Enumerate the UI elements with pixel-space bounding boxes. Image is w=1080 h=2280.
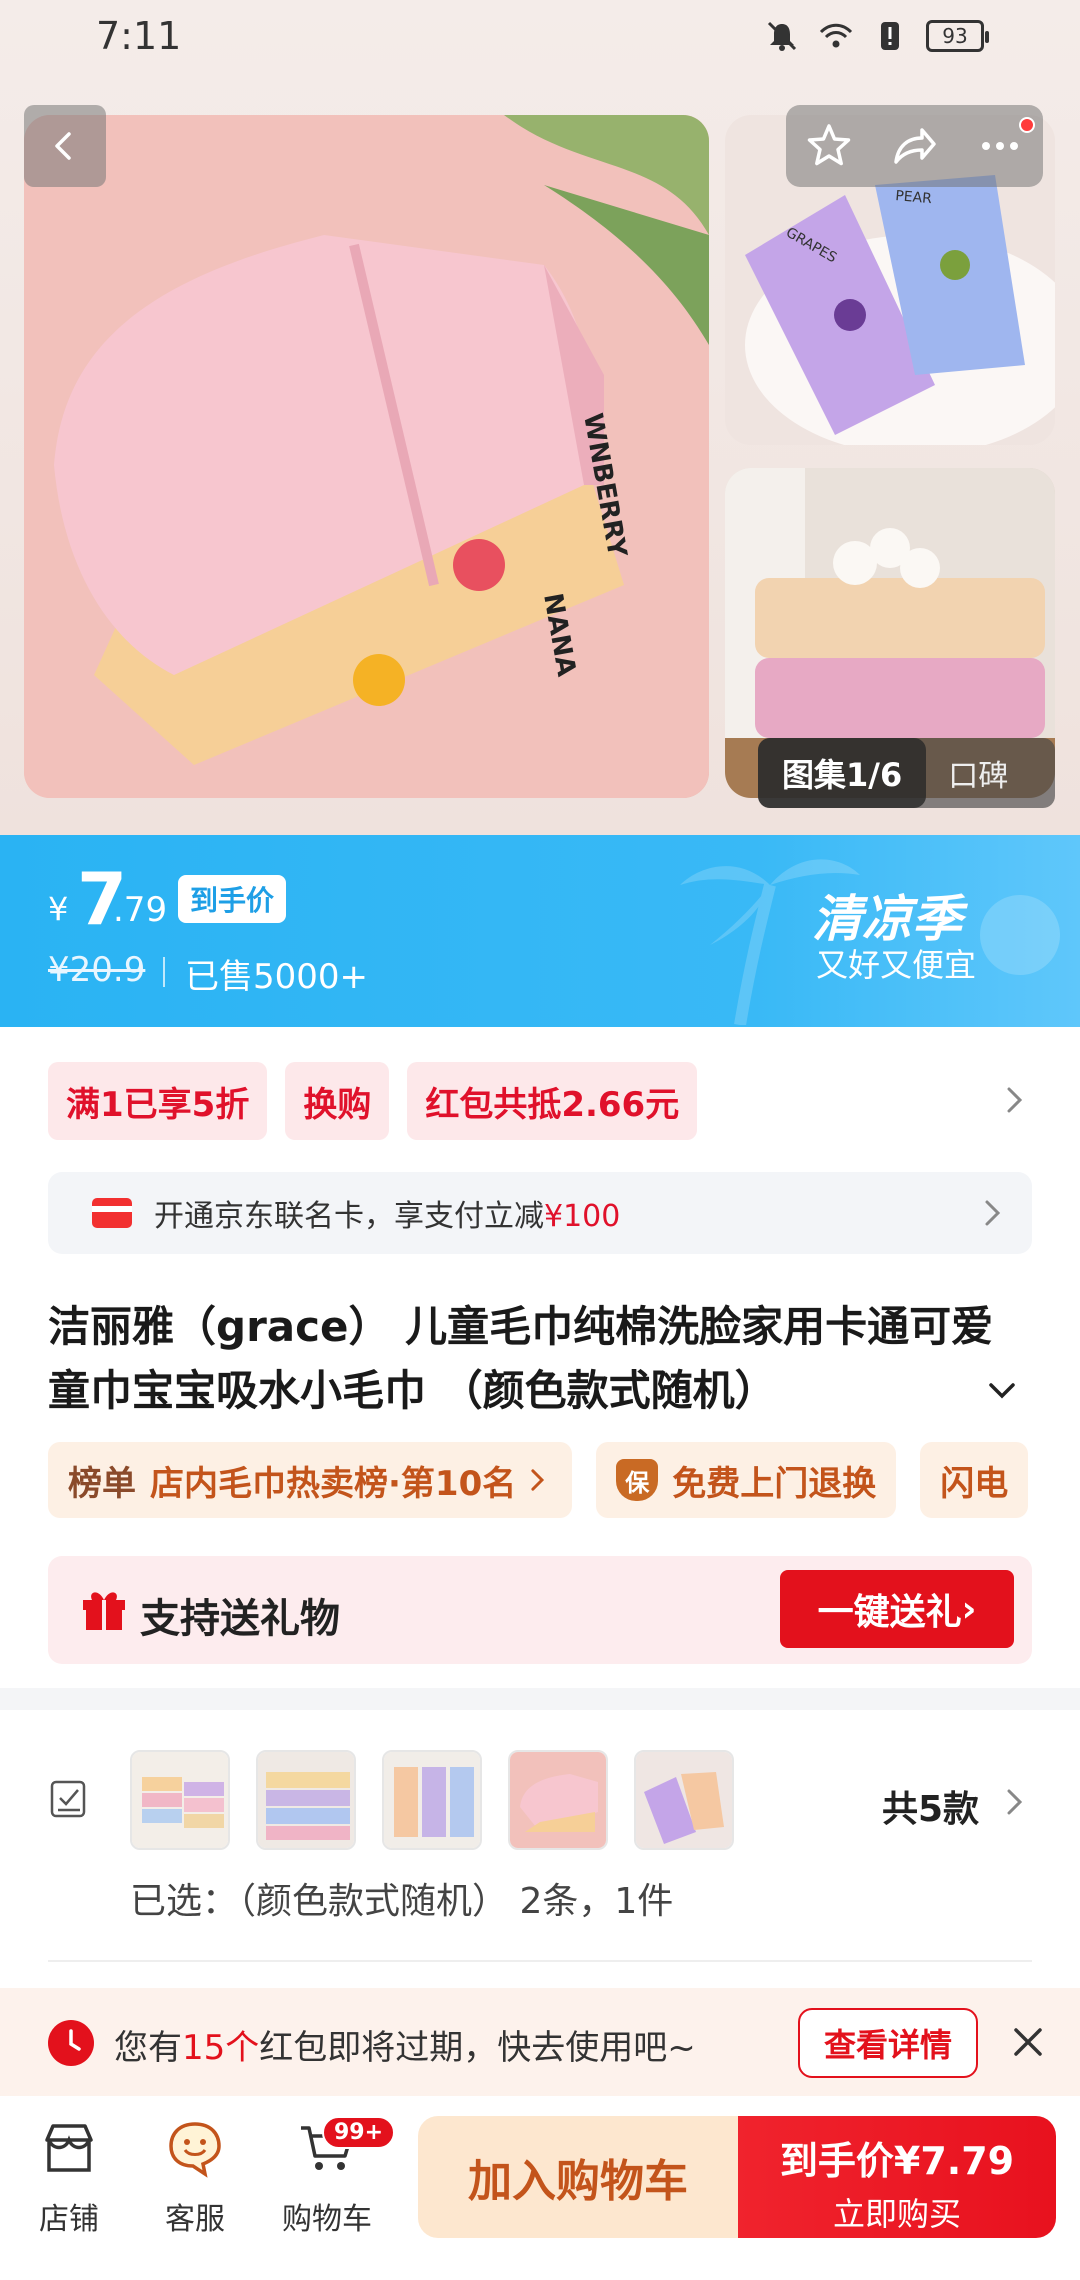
selected-variant[interactable]: 已选：（颜色款式随机） 2条，1件: [130, 1872, 673, 1924]
gallery-indicator[interactable]: 图集1/6 口碑: [758, 738, 1055, 808]
store-icon: [45, 2124, 93, 2172]
promo-discount[interactable]: 满1已享5折: [48, 1062, 268, 1140]
customer-service-icon: [169, 2122, 221, 2178]
chevron-right-icon[interactable]: [996, 1082, 1032, 1118]
notice-suffix: 红包即将过期，快去使用吧~: [259, 2028, 696, 2068]
variant-thumb-4[interactable]: [508, 1750, 608, 1850]
card-offer-text: 开通京东联名卡，享支付立减¥100: [154, 1191, 620, 1235]
card-offer-amount: ¥100: [544, 1199, 621, 1234]
free-return-text: 免费上门退换: [672, 1463, 877, 1504]
buy-price: ¥7.79: [893, 2139, 1015, 2183]
sold-count: 已售5000+: [185, 957, 369, 997]
send-gift-label: 一键送礼: [817, 1592, 962, 1633]
promo-redpacket[interactable]: 红包共抵2.66元: [407, 1062, 698, 1140]
flash-text: 闪电: [940, 1463, 1009, 1504]
price-decimal: .79: [113, 890, 168, 930]
gallery-tab-reviews[interactable]: 口碑: [926, 751, 1008, 795]
ranking-key: 榜单: [68, 1463, 136, 1504]
alert-icon: [881, 22, 899, 50]
store-label: 店铺: [39, 2202, 99, 2237]
mute-bell-icon: [767, 21, 797, 51]
promo-exchange[interactable]: 换购: [285, 1062, 390, 1140]
cart-badge: 99+: [322, 2116, 396, 2149]
redpacket-notice: 您有15个红包即将过期，快去使用吧~ 查看详情: [0, 1988, 1080, 2096]
more-icon[interactable]: [974, 120, 1026, 172]
price-divider: [163, 957, 165, 987]
notice-text: 您有15个红包即将过期，快去使用吧~: [114, 2020, 696, 2069]
variant-thumb-3[interactable]: [382, 1750, 482, 1850]
divider: [48, 1960, 1032, 1962]
gift-section: 支持送礼物 一键送礼 ›: [48, 1556, 1032, 1664]
flash-tag[interactable]: 闪电: [920, 1442, 1029, 1518]
shield-icon: 保: [616, 1459, 659, 1501]
variant-count[interactable]: 共5款: [882, 1780, 979, 1832]
season-subtitle: 又好又便宜: [816, 946, 977, 984]
gallery-tab-images[interactable]: 图集1/6: [758, 738, 927, 808]
variant-thumb-2[interactable]: [256, 1750, 356, 1850]
bottom-bar: 店铺 客服 购物车 99+ 加入购物车 到手价¥7.79 立即购买: [0, 2096, 1080, 2280]
product-title[interactable]: 洁丽雅（grace） 儿童毛巾纯棉洗脸家用卡通可爱童巾宝宝吸水小毛巾 （颜色款式…: [48, 1295, 1008, 1423]
cart-label: 购物车: [282, 2202, 372, 2237]
share-icon[interactable]: [888, 120, 940, 172]
variant-thumbnails: [130, 1750, 734, 1850]
clock-icon: [48, 2020, 94, 2066]
buy-price-label: 到手价: [779, 2139, 894, 2183]
card-offer-label: 开通京东联名卡，享支付立减: [154, 1199, 544, 1234]
side-image-label-2: PEAR: [895, 188, 933, 207]
chevron-right-icon: [531, 1469, 545, 1491]
gift-label: 支持送礼物: [140, 1596, 340, 1642]
section-divider: [0, 1688, 1080, 1710]
status-bar: 7:11 93: [0, 0, 1080, 75]
variant-thumb-1[interactable]: [130, 1750, 230, 1850]
chevron-down-icon[interactable]: [984, 1372, 1020, 1408]
notice-prefix: 您有: [114, 2028, 182, 2068]
close-icon[interactable]: [1008, 2022, 1048, 2062]
ranking-text: 店内毛巾热卖榜·第10名: [150, 1463, 517, 1504]
chevron-left-icon: [55, 132, 71, 160]
credit-card-offer[interactable]: 开通京东联名卡，享支付立减¥100: [48, 1172, 1032, 1254]
status-time: 7:11: [96, 14, 182, 58]
customer-service-button[interactable]: 客服: [140, 2118, 250, 2238]
variant-thumb-5[interactable]: [634, 1750, 734, 1850]
store-button[interactable]: 店铺: [14, 2118, 124, 2238]
view-details-button[interactable]: 查看详情: [798, 2008, 978, 2078]
star-icon[interactable]: [803, 120, 855, 172]
customer-service-label: 客服: [165, 2202, 225, 2237]
original-price: ¥20.9: [48, 950, 146, 990]
wifi-icon: [819, 23, 853, 48]
top-actions: [786, 105, 1043, 187]
chevron-right-icon: [985, 1200, 1001, 1226]
chevron-right-icon[interactable]: [996, 1784, 1032, 1820]
final-price-tag: 到手价: [178, 875, 287, 923]
buy-now-button[interactable]: 到手价¥7.79 立即购买: [738, 2116, 1056, 2238]
notice-count: 15个: [182, 2028, 260, 2068]
price-currency: ¥: [48, 890, 69, 928]
buy-price-line: 到手价¥7.79: [738, 2130, 1056, 2185]
card-icon: [92, 1198, 132, 1228]
notification-dot: [1019, 117, 1035, 133]
back-button[interactable]: [24, 105, 106, 187]
ranking-tag[interactable]: 榜单 店内毛巾热卖榜·第10名: [48, 1442, 573, 1518]
send-gift-button[interactable]: 一键送礼 ›: [780, 1570, 1014, 1648]
battery-indicator: 93: [926, 20, 989, 52]
free-return-tag[interactable]: 保 免费上门退换: [596, 1442, 897, 1518]
main-product-image[interactable]: WNBERRY NANA: [24, 115, 709, 798]
gift-icon: [83, 1592, 125, 1630]
buy-now-label: 立即购买: [832, 2195, 961, 2233]
promo-row[interactable]: 满1已享5折 换购 红包共抵2.66元: [48, 1062, 698, 1140]
spec-select-icon: [50, 1780, 86, 1818]
price-banner: ¥ 7 .79 到手价 ¥20.9 已售5000+ 清凉季 又好又便宜: [0, 835, 1080, 1027]
add-to-cart-button[interactable]: 加入购物车: [418, 2116, 738, 2238]
tag-row: 榜单 店内毛巾热卖榜·第10名 保 免费上门退换 闪电: [48, 1442, 1080, 1518]
